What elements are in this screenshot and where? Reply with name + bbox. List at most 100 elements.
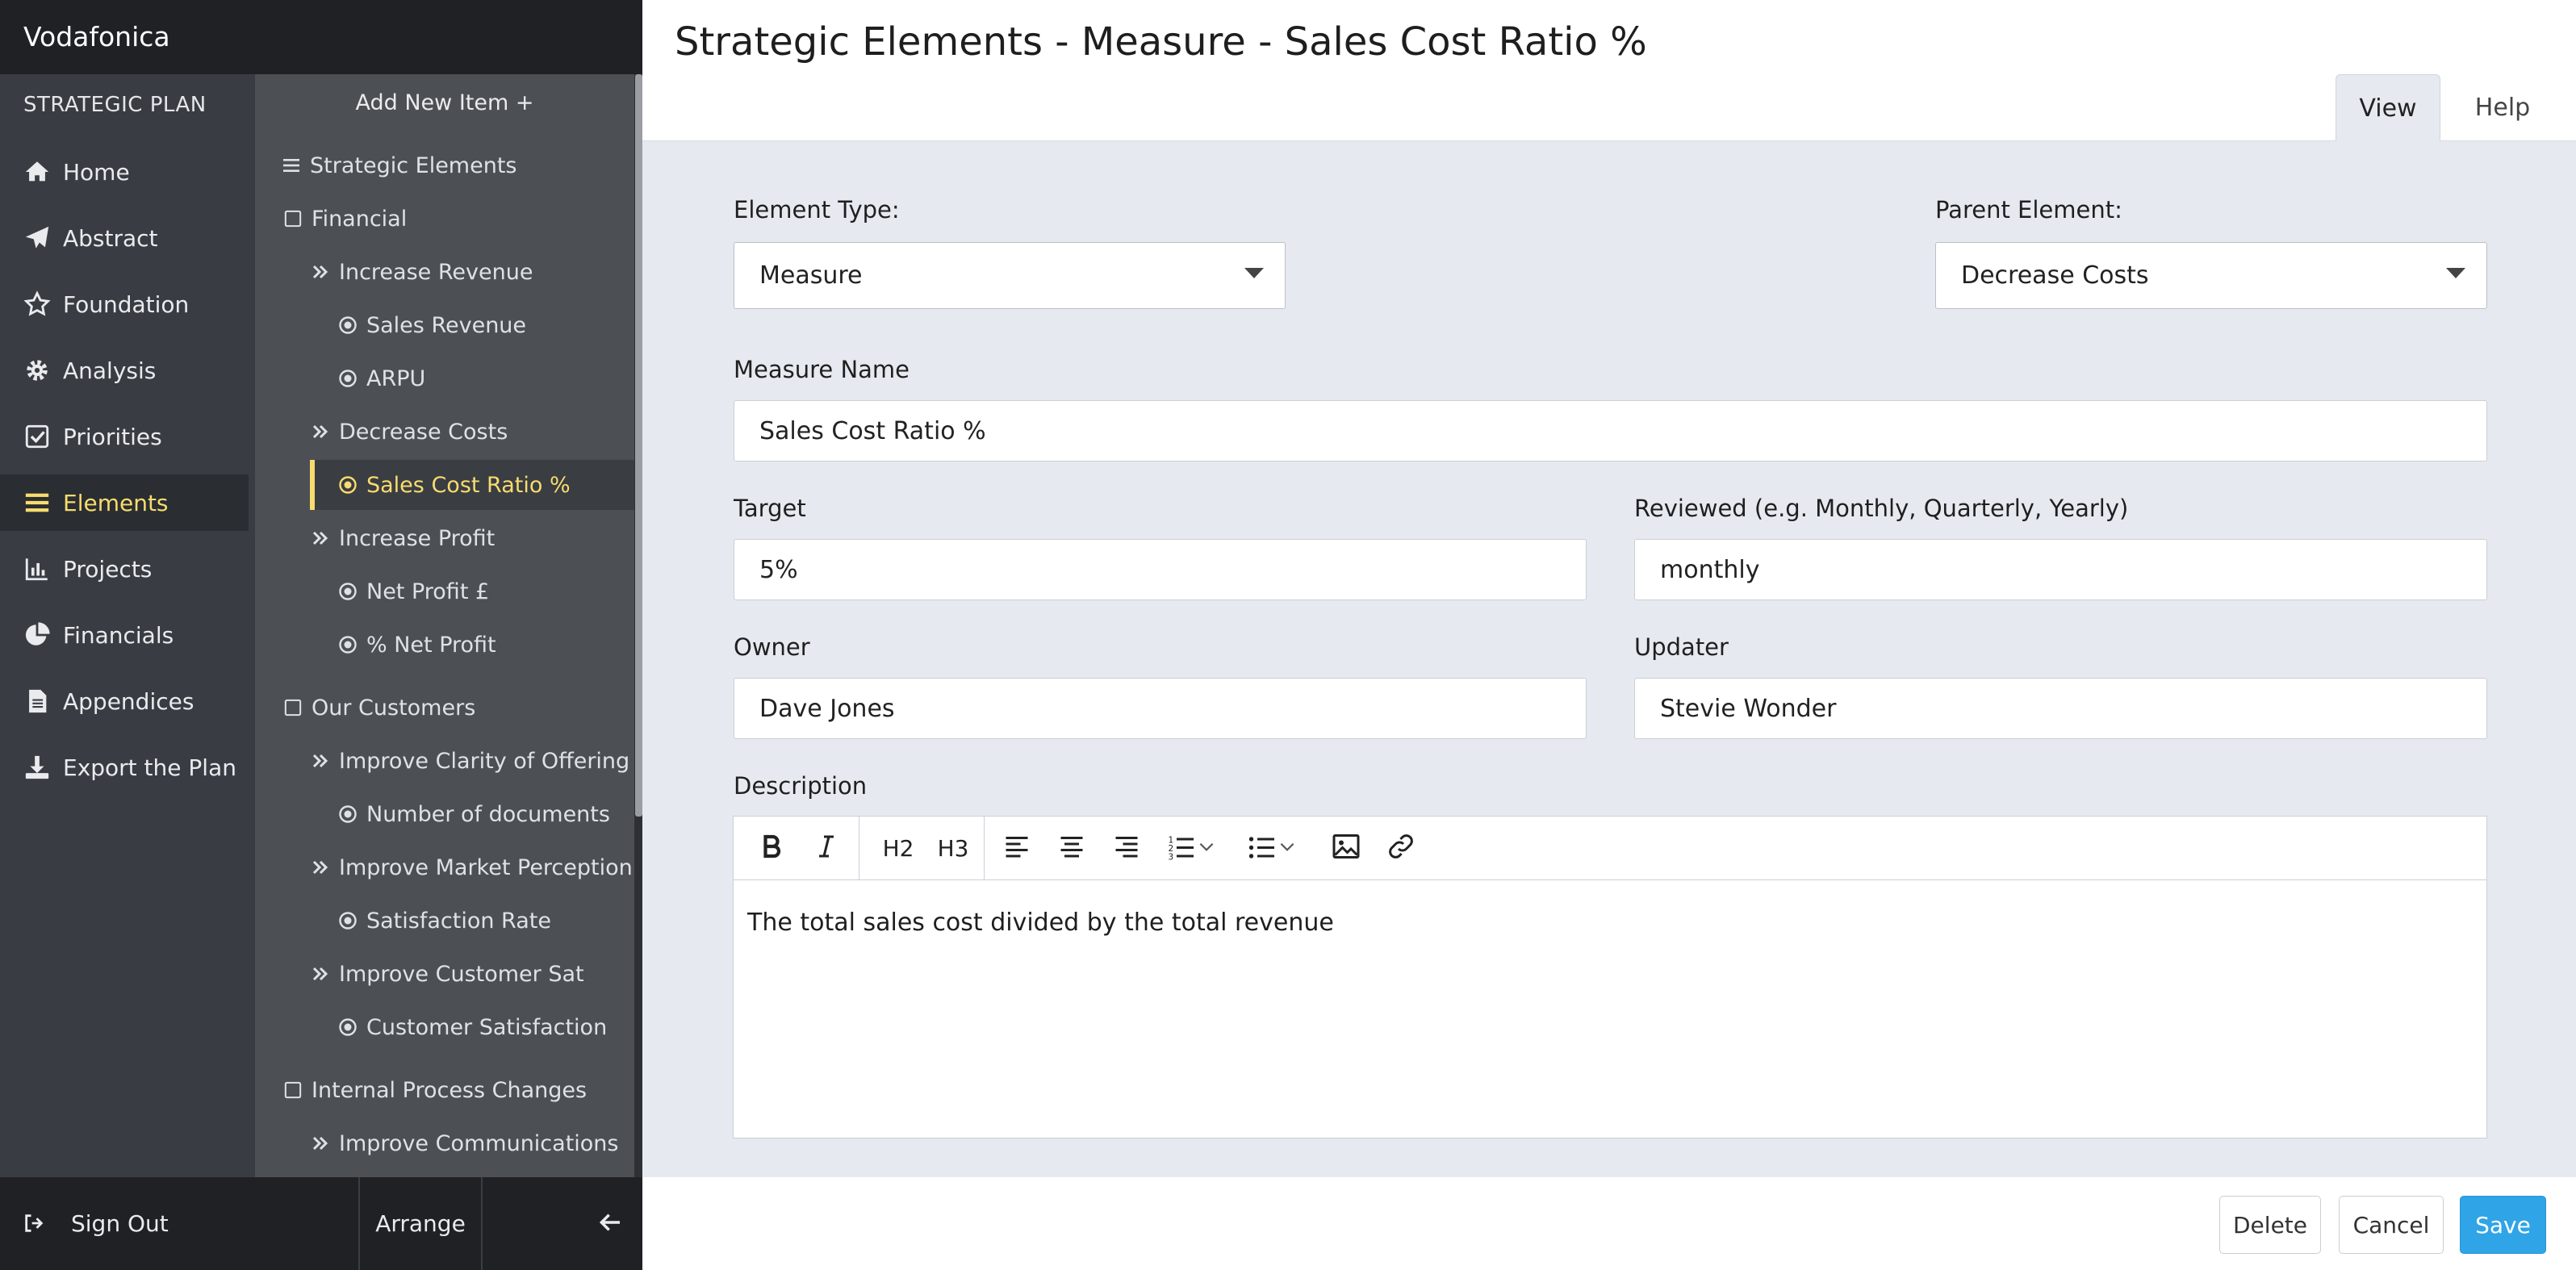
cancel-button[interactable]: Cancel	[2339, 1196, 2444, 1254]
nav-item-label: Foundation	[63, 290, 190, 318]
parent-element-label: Parent Element:	[1935, 196, 2122, 224]
save-button[interactable]: Save	[2460, 1196, 2546, 1254]
nav-item-home[interactable]: Home	[0, 144, 249, 200]
sign-out-label: Sign Out	[71, 1210, 169, 1237]
tree-item-decrease-costs[interactable]: Decrease Costs	[310, 407, 508, 457]
updater-input[interactable]: Stevie Wonder	[1634, 678, 2487, 739]
chevron-down-icon	[1196, 836, 1217, 860]
italic-button[interactable]	[806, 828, 847, 868]
measure-name-label: Measure Name	[734, 356, 910, 383]
tree-item-internal-process-changes[interactable]: Internal Process Changes	[282, 1065, 587, 1115]
element-type-label: Element Type:	[734, 196, 900, 224]
numbered-list-icon: 123	[1167, 832, 1196, 864]
tree-item-improve-clarity[interactable]: Improve Clarity of Offering	[310, 736, 629, 786]
tree-item-sales-cost-ratio[interactable]: Sales Cost Ratio %	[310, 460, 634, 510]
image-icon	[1332, 832, 1361, 864]
nav-item-elements[interactable]: Elements	[0, 474, 249, 531]
tree-item-sales-revenue[interactable]: Sales Revenue	[337, 300, 526, 350]
tree-item-increase-profit[interactable]: Increase Profit	[310, 513, 495, 563]
italic-icon	[812, 832, 841, 864]
add-new-item-button[interactable]: Add New Item +	[255, 90, 634, 115]
tree-item-label: Net Profit £	[366, 579, 490, 604]
nav-item-projects[interactable]: Projects	[0, 541, 249, 597]
tree-item-improve-customer-sat[interactable]: Improve Customer Sat	[310, 949, 584, 999]
align-center-button[interactable]	[1052, 828, 1092, 868]
brand-bar: Vodafonica	[0, 0, 642, 74]
bullet-list-icon	[1248, 832, 1277, 864]
tree-item-label: ARPU	[366, 366, 426, 391]
owner-value: Dave Jones	[759, 694, 895, 723]
double-chevron-icon	[310, 963, 331, 984]
nav-item-label: Elements	[63, 489, 169, 516]
align-left-button[interactable]	[997, 828, 1037, 868]
tree-item-customer-satisfaction[interactable]: Customer Satisfaction	[337, 1002, 607, 1052]
bold-button[interactable]	[751, 828, 792, 868]
page-title: Strategic Elements - Measure - Sales Cos…	[675, 19, 1647, 65]
tree-item-improve-market-perception[interactable]: Improve Market Perception	[310, 842, 633, 892]
nav-item-financials[interactable]: Financials	[0, 607, 249, 663]
tree-item-arpu[interactable]: ARPU	[337, 353, 425, 403]
double-chevron-icon	[310, 750, 331, 771]
tree-item-label: Decrease Costs	[339, 419, 508, 445]
owner-input[interactable]: Dave Jones	[734, 678, 1587, 739]
reviewed-input[interactable]: monthly	[1634, 539, 2487, 600]
dot-circle-icon	[337, 634, 358, 655]
description-editor[interactable]: H2 H3 123 The total sales cost divided b…	[733, 816, 2487, 1138]
nav-item-label: Analysis	[63, 357, 157, 384]
align-right-icon	[1112, 832, 1141, 864]
tree-scrollbar-thumb[interactable]	[635, 74, 642, 817]
bullet-list-button[interactable]	[1240, 828, 1305, 868]
nav-item-priorities[interactable]: Priorities	[0, 408, 249, 465]
nav-item-abstract[interactable]: Abstract	[0, 210, 249, 266]
insert-image-button[interactable]	[1326, 828, 1366, 868]
tree-item-increase-revenue[interactable]: Increase Revenue	[310, 247, 533, 297]
tree-item-label: Customer Satisfaction	[366, 1014, 608, 1040]
tree-item-improve-communications[interactable]: Improve Communications	[310, 1118, 618, 1168]
target-input[interactable]: 5%	[734, 539, 1587, 600]
tree-item-our-customers[interactable]: Our Customers	[282, 683, 475, 733]
chevron-down-icon	[1277, 836, 1298, 860]
align-right-button[interactable]	[1106, 828, 1147, 868]
measure-name-value: Sales Cost Ratio %	[759, 416, 986, 445]
square-icon	[282, 1080, 303, 1101]
tab-view[interactable]: View	[2336, 74, 2440, 141]
tree-item-label: Our Customers	[312, 695, 476, 721]
tree-item-net-profit[interactable]: Net Profit £	[337, 566, 489, 616]
dot-circle-icon	[337, 910, 358, 931]
nav-section-heading: STRATEGIC PLAN	[23, 93, 207, 117]
delete-button[interactable]: Delete	[2219, 1196, 2321, 1254]
svg-text:3: 3	[1169, 853, 1174, 862]
nav-item-export[interactable]: Export the Plan	[0, 739, 249, 796]
sign-out-button[interactable]: Sign Out	[0, 1177, 358, 1270]
double-chevron-icon	[310, 261, 331, 282]
nav-item-label: Priorities	[63, 423, 162, 450]
measure-name-input[interactable]: Sales Cost Ratio %	[734, 400, 2487, 462]
parent-element-select[interactable]: Decrease Costs	[1935, 242, 2487, 309]
dot-circle-icon	[337, 804, 358, 825]
collapse-panel-button[interactable]	[483, 1177, 642, 1270]
chevron-down-icon	[1244, 268, 1264, 278]
align-center-icon	[1057, 832, 1086, 864]
heading-3-button[interactable]: H3	[929, 828, 977, 868]
align-left-icon	[1002, 832, 1031, 864]
target-value: 5%	[759, 555, 798, 584]
heading-2-button[interactable]: H2	[874, 828, 922, 868]
download-icon	[23, 753, 52, 782]
tree-item-label: Sales Cost Ratio %	[366, 472, 571, 498]
menu-icon	[281, 155, 302, 176]
tree-item-strategic-elements[interactable]: Strategic Elements	[281, 140, 517, 190]
nav-item-appendices[interactable]: Appendices	[0, 673, 249, 729]
insert-link-button[interactable]	[1381, 828, 1421, 868]
nav-item-label: Appendices	[63, 687, 194, 715]
tree-item-financial[interactable]: Financial	[282, 194, 407, 244]
tree-item-label: Strategic Elements	[310, 152, 517, 178]
arrange-button[interactable]: Arrange	[358, 1177, 483, 1270]
tab-help[interactable]: Help	[2458, 74, 2547, 141]
tree-item-number-of-documents[interactable]: Number of documents	[337, 789, 610, 839]
numbered-list-button[interactable]: 123	[1160, 828, 1224, 868]
element-type-select[interactable]: Measure	[734, 242, 1286, 309]
nav-item-analysis[interactable]: Analysis	[0, 342, 249, 399]
tree-item-percent-net-profit[interactable]: % Net Profit	[337, 620, 496, 670]
nav-item-foundation[interactable]: Foundation	[0, 276, 249, 332]
tree-item-satisfaction-rate[interactable]: Satisfaction Rate	[337, 896, 551, 946]
